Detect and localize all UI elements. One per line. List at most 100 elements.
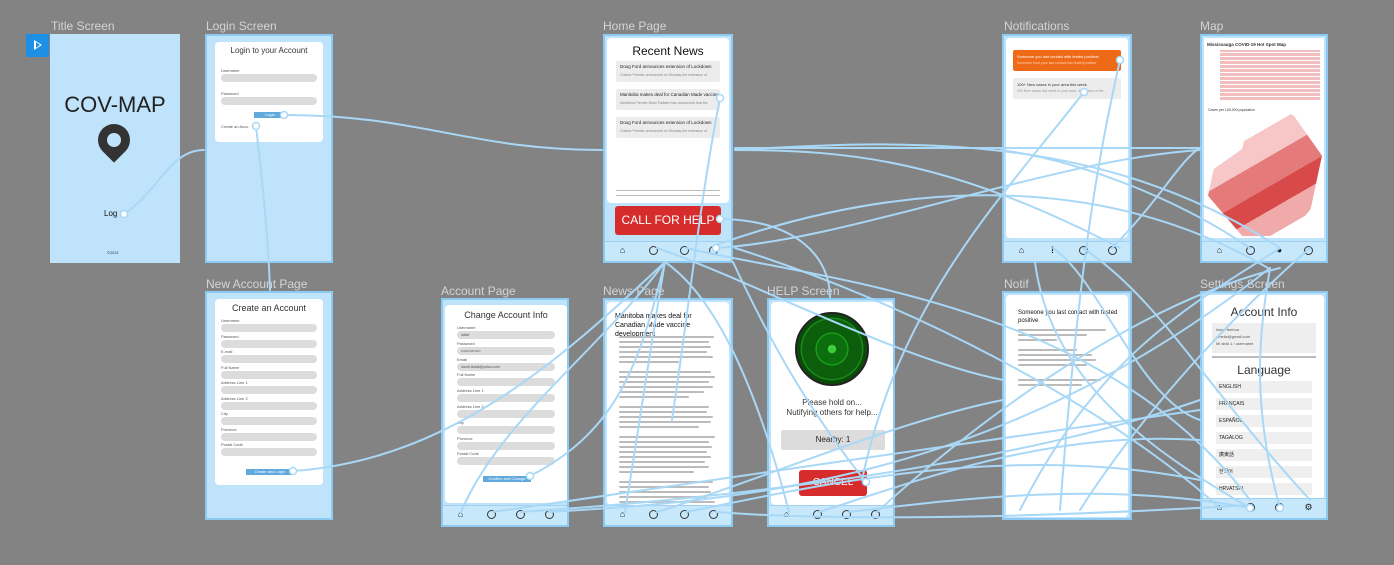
home-icon[interactable]: ⌂	[617, 509, 628, 520]
language-option[interactable]: 한국어	[1216, 466, 1312, 478]
confirm-and-change-button[interactable]: Confirm and Change	[483, 476, 531, 482]
language-option[interactable]: ESPAÑOL	[1216, 415, 1312, 427]
create-and-login-button[interactable]: Create and Login	[246, 469, 294, 475]
username-field[interactable]	[221, 74, 317, 82]
nav-icon[interactable]	[679, 509, 690, 520]
field-label: Province	[221, 426, 237, 432]
gear-icon[interactable]: ⚙	[1303, 502, 1314, 513]
input-field[interactable]	[457, 394, 555, 403]
frame-label-map: Map	[1200, 19, 1224, 33]
location-pin-icon[interactable]: ●	[1274, 245, 1285, 256]
language-option[interactable]: FRANÇAIS	[1216, 398, 1312, 410]
title-screen-frame[interactable]: COV-MAP Log ©2021	[50, 34, 180, 263]
new-account-frame[interactable]: Create an Account Username Password E-mail…	[205, 291, 333, 520]
nav-icon[interactable]	[544, 509, 555, 520]
nav-icon[interactable]	[812, 509, 823, 520]
home-bottom-nav: ⌂	[605, 241, 731, 261]
home-icon[interactable]: ⌂	[455, 509, 466, 520]
home-icon[interactable]: ⌂	[1214, 245, 1225, 256]
language-option[interactable]: TAGALOG	[1216, 432, 1312, 444]
nav-icon[interactable]	[870, 509, 881, 520]
new-account-card: Create an Account Username Password E-mail…	[215, 299, 323, 485]
nav-icon[interactable]	[708, 509, 719, 520]
input-field[interactable]	[221, 324, 317, 332]
account-heading: Change Account Info	[464, 310, 548, 320]
call-for-help-button[interactable]: CALL FOR HELP	[615, 206, 721, 235]
article-paragraph	[619, 336, 719, 366]
cancel-button[interactable]: CANCEL	[799, 470, 867, 496]
radar-icon	[795, 312, 869, 386]
nav-icon[interactable]	[486, 509, 497, 520]
input-field[interactable]	[221, 355, 317, 363]
map-card: Mississauga COVID-19 Hot Spot Map Cases …	[1204, 38, 1324, 238]
nav-icon[interactable]	[1274, 502, 1285, 513]
notif-frame[interactable]: Someone you last contact with tested pos…	[1002, 291, 1132, 520]
news-item[interactable]: Manitoba makes deal for Canadian Made va…	[616, 89, 720, 110]
nav-icon[interactable]	[679, 245, 690, 256]
title-login-link[interactable]: Log	[104, 209, 117, 218]
input-field[interactable]: ••••••••••••••••	[457, 346, 555, 355]
nav-icon[interactable]	[648, 245, 659, 256]
notifications-frame[interactable]: Someone you last contact with tested pos…	[1002, 34, 1132, 263]
field-label: Postal Code	[457, 451, 479, 457]
home-icon[interactable]: ⌂	[781, 509, 792, 520]
help-screen-frame[interactable]: Please hold on... Nutifying others for h…	[767, 298, 895, 527]
article-paragraph	[619, 406, 719, 431]
field-label: Address Line 2	[457, 404, 484, 409]
news-item[interactable]: Doug Ford announces extension of Lockdow…	[616, 117, 720, 138]
input-field[interactable]	[457, 441, 555, 450]
map-data-table	[1208, 50, 1320, 100]
map-frame[interactable]: Mississauga COVID-19 Hot Spot Map Cases …	[1200, 34, 1328, 263]
news-page-frame[interactable]: Manitoba makes deal for Canadian Made va…	[603, 298, 733, 527]
input-field[interactable]	[221, 370, 317, 379]
home-icon[interactable]: ⌂	[1214, 502, 1225, 513]
nav-icon[interactable]	[1303, 245, 1314, 256]
input-field[interactable]	[221, 401, 317, 410]
nav-icon[interactable]	[648, 509, 659, 520]
nav-icon[interactable]	[515, 509, 526, 520]
settings-screen-frame[interactable]: Account Info Issa Fleehoa amelia@gmail.c…	[1200, 291, 1328, 520]
language-option[interactable]: HRVATSKI	[1216, 483, 1312, 495]
home-icon[interactable]: ⌂	[617, 245, 628, 256]
input-field[interactable]: dandf.tbdda@yahoo.com	[457, 362, 555, 371]
home-page-frame[interactable]: Recent News Doug Ford announces extensio…	[603, 34, 733, 263]
input-field[interactable]	[221, 417, 317, 425]
account-page-frame[interactable]: Change Account Info Username dallef Passwo…	[441, 298, 569, 527]
input-field[interactable]	[221, 339, 317, 348]
input-field[interactable]: dallef	[457, 331, 555, 339]
map-legend-title: Cases per 100,000 population	[1208, 108, 1255, 112]
nav-icon[interactable]	[1107, 245, 1118, 256]
notification-alert[interactable]: Someone you last contact with tested pos…	[1013, 50, 1121, 71]
article-paragraph	[619, 371, 719, 401]
password-field[interactable]	[221, 97, 317, 105]
nav-icon[interactable]	[708, 245, 719, 256]
news-item[interactable]: Doug Ford announces extension of Lockdow…	[616, 61, 720, 82]
frame-label-notifications: Notifications	[1004, 19, 1070, 33]
field-label: City	[221, 411, 228, 416]
input-field[interactable]	[457, 378, 555, 387]
prototype-play-button[interactable]	[26, 34, 49, 57]
input-field[interactable]	[221, 448, 317, 456]
notification-item[interactable]: 100+ New cases in your area this week 15…	[1013, 78, 1121, 99]
input-field[interactable]	[457, 425, 555, 434]
field-label: Address Line 1	[221, 380, 248, 385]
hotspot-map[interactable]	[1208, 102, 1322, 236]
input-field[interactable]	[457, 410, 555, 418]
language-option[interactable]: ENGLISH	[1216, 381, 1312, 393]
settings-card: Account Info Issa Fleehoa amelia@gmail.c…	[1204, 295, 1324, 500]
login-screen-frame[interactable]: Login to your Account Username Password …	[205, 34, 333, 263]
language-option[interactable]: 廣東話	[1216, 449, 1312, 461]
input-field[interactable]	[457, 457, 555, 466]
nav-icon[interactable]	[1078, 245, 1089, 256]
nav-icon[interactable]	[841, 509, 852, 520]
account-bottom-nav: ⌂	[443, 505, 567, 525]
nav-icon[interactable]	[1245, 245, 1256, 256]
create-account-link[interactable]: Create an Acco	[221, 124, 248, 129]
home-icon[interactable]: ⌂	[1016, 245, 1027, 256]
login-button[interactable]: Login	[254, 112, 286, 118]
nav-icon[interactable]	[1245, 502, 1256, 513]
input-field[interactable]	[221, 386, 317, 394]
alert-icon[interactable]: !	[1047, 245, 1058, 256]
frame-label-settings: Settings Screen	[1200, 277, 1285, 291]
input-field[interactable]	[221, 432, 317, 441]
